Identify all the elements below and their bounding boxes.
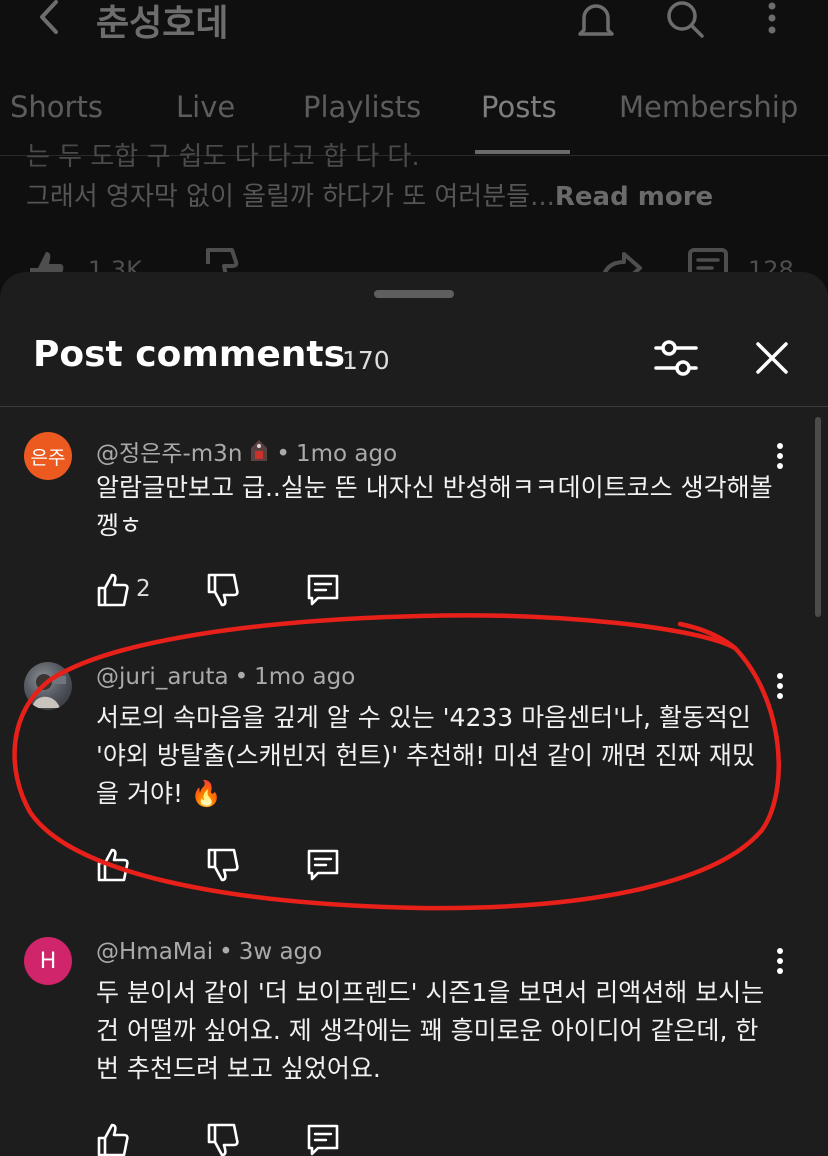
reply-icon[interactable] xyxy=(306,847,340,883)
tab-membership[interactable]: Membership xyxy=(619,90,798,124)
sheet-drag-handle[interactable] xyxy=(374,290,454,298)
comment-author[interactable]: @HmaMai xyxy=(96,939,213,965)
like-icon[interactable] xyxy=(96,1122,130,1156)
comment-item: @juri_aruta • 1mo ago 서로의 속마음을 깊게 알 수 있는 '… xyxy=(0,652,810,892)
comment-more-icon[interactable] xyxy=(770,442,790,472)
sheet-header-divider xyxy=(0,406,828,407)
comment-author[interactable]: @정은주-m3n xyxy=(96,441,242,467)
comment-actions: 2 xyxy=(96,572,396,612)
tab-shorts[interactable]: Shorts xyxy=(10,90,103,124)
comment-time: 3w ago xyxy=(238,939,323,965)
comment-actions xyxy=(96,1122,396,1156)
meta-separator: • xyxy=(276,441,290,467)
comment-text: 알람글만보고 급..실눈 뜬 내자신 반성해ㅋㅋ데이트코스 생각해볼껭ㅎ xyxy=(96,473,773,540)
comment-time: 1mo ago xyxy=(295,441,398,467)
read-more-link[interactable]: Read more xyxy=(555,182,713,212)
meta-separator: • xyxy=(234,664,249,690)
meta-separator: • xyxy=(219,939,233,965)
comment-meta: @HmaMai • 3w ago xyxy=(96,939,322,965)
comment-item: H @HmaMai • 3w ago 두 분이서 같이 '더 보이프렌드' 시즌1을… xyxy=(0,927,810,1156)
comments-bottom-sheet: Post comments 170 은주 @정은주-m3n • 1mo ago 알… xyxy=(0,272,828,1156)
comment-count: 170 xyxy=(342,346,390,375)
back-arrow-icon[interactable] xyxy=(30,0,70,40)
comment-item: 은주 @정은주-m3n • 1mo ago 알람글만보고 급..실눈 뜬 내자신 … xyxy=(0,422,810,622)
comment-author[interactable]: @juri_aruta xyxy=(96,664,229,690)
tab-playlists[interactable]: Playlists xyxy=(303,90,421,124)
comment-actions xyxy=(96,847,396,887)
active-tab-indicator xyxy=(475,150,570,154)
avatar-initials: H xyxy=(39,948,57,974)
post-text-partial-line: 는 두 도합 구 쉽도 다 다고 합 다 다. xyxy=(26,142,420,172)
comment-more-icon[interactable] xyxy=(770,672,790,702)
avatar-initials: 은주 xyxy=(30,446,66,469)
avatar[interactable]: H xyxy=(24,937,72,985)
comment-time: 1mo ago xyxy=(254,664,356,690)
notification-bell-icon[interactable] xyxy=(574,0,618,44)
comment-text: 서로의 속마음을 깊게 알 수 있는 '4233 마음센터'나, 활동적인 '야… xyxy=(96,703,755,808)
member-badge-icon xyxy=(251,440,268,461)
sheet-title: Post comments xyxy=(33,334,346,375)
comment-meta: @juri_aruta • 1mo ago xyxy=(96,664,355,690)
reply-icon[interactable] xyxy=(306,1122,340,1156)
channel-name: 춘성호데 xyxy=(96,3,229,44)
dislike-icon[interactable] xyxy=(206,1122,240,1156)
tab-posts[interactable]: Posts xyxy=(481,90,557,124)
avatar[interactable] xyxy=(24,662,72,710)
comment-text: 두 분이서 같이 '더 보이프렌드' 시즌1을 보면서 리액션해 보시는 건 어… xyxy=(96,978,765,1083)
top-app-bar: 춘성호데 xyxy=(0,0,828,60)
avatar[interactable]: 은주 xyxy=(24,432,72,480)
like-icon[interactable] xyxy=(96,572,130,608)
avatar-photo-icon xyxy=(32,674,66,708)
search-icon[interactable] xyxy=(662,0,706,44)
like-icon[interactable] xyxy=(96,847,130,883)
reply-icon[interactable] xyxy=(306,572,340,608)
dislike-icon[interactable] xyxy=(206,572,240,608)
close-icon[interactable] xyxy=(750,336,794,380)
like-count: 2 xyxy=(136,576,151,602)
channel-page-background: 춘성호데 Shorts Live Playlists Posts Members… xyxy=(0,0,828,300)
post-text: 그래서 영자막 없이 올릴까 하다가 또 여러분들... xyxy=(26,182,555,212)
scrollbar[interactable] xyxy=(815,417,821,617)
tab-live[interactable]: Live xyxy=(176,90,235,124)
post-text-line: 그래서 영자막 없이 올릴까 하다가 또 여러분들...Read more xyxy=(26,176,713,213)
comment-meta: @정은주-m3n • 1mo ago xyxy=(96,434,397,468)
filter-sort-icon[interactable] xyxy=(652,336,700,380)
more-vertical-icon[interactable] xyxy=(750,0,794,44)
comment-more-icon[interactable] xyxy=(770,947,790,977)
dislike-icon[interactable] xyxy=(206,847,240,883)
